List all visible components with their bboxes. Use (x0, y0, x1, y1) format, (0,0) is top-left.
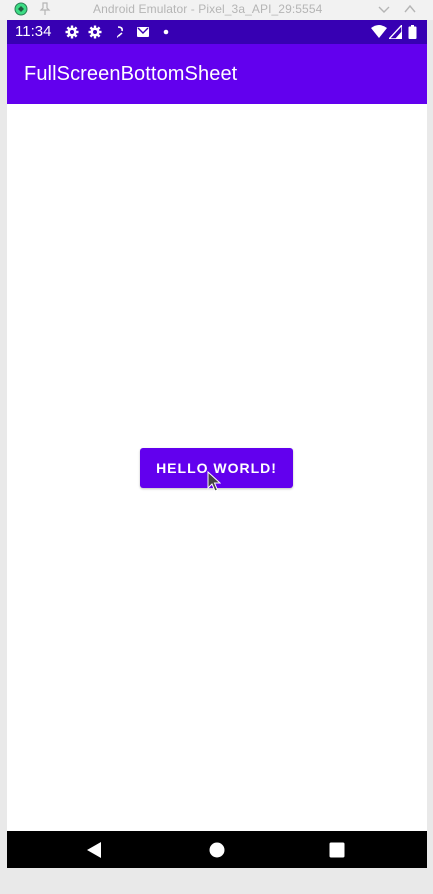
emulator-window-titlebar: Android Emulator - Pixel_3a_API_29:5554 (0, 0, 433, 20)
signal-icon (389, 25, 402, 39)
status-time: 11:34 (15, 23, 52, 40)
battery-icon (408, 25, 417, 39)
home-icon (209, 842, 225, 857)
recents-icon (329, 842, 345, 857)
gear-icon (88, 25, 102, 39)
pin-icon[interactable] (39, 2, 51, 16)
app-bar: FullScreenBottomSheet (7, 44, 427, 104)
emulator-app-icon (14, 2, 28, 16)
window-title: Android Emulator - Pixel_3a_API_29:5554 (93, 2, 323, 16)
main-content: HELLO WORLD! (7, 104, 427, 831)
device-screen: 11:34 FullScreenBottomSheet HELLO WORLD! (7, 20, 427, 868)
wifi-icon (371, 25, 387, 38)
chevron-down-icon[interactable] (378, 4, 390, 14)
status-bar: 11:34 (7, 20, 427, 44)
dot-icon (163, 29, 169, 35)
home-button[interactable] (187, 831, 247, 868)
close-icon[interactable] (404, 3, 416, 15)
back-button[interactable] (64, 831, 124, 868)
recents-button[interactable] (307, 831, 367, 868)
mouse-cursor-icon (207, 471, 221, 492)
back-icon (87, 841, 101, 858)
mail-icon (137, 27, 149, 37)
gear-icon (65, 25, 79, 39)
navigation-bar (7, 831, 427, 868)
app-title: FullScreenBottomSheet (24, 63, 238, 85)
sync-icon (117, 26, 123, 38)
